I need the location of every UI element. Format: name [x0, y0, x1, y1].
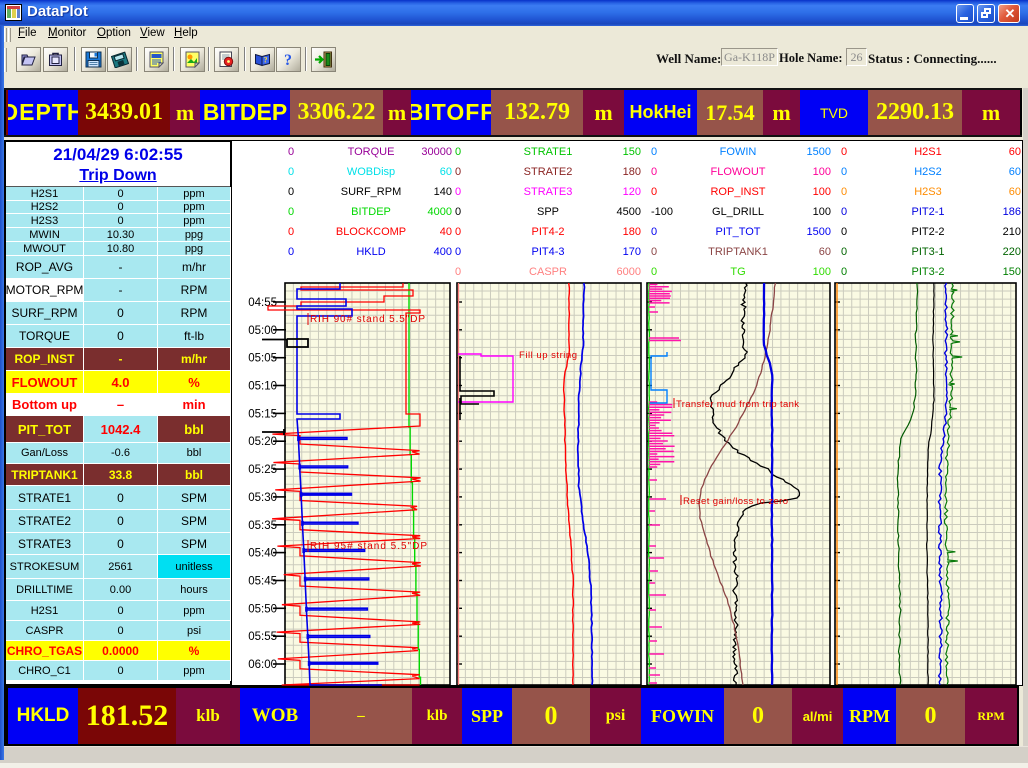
svg-text:05:35: 05:35	[248, 520, 277, 532]
svg-text:06:00: 06:00	[248, 659, 277, 671]
svg-text:05:00: 05:00	[248, 325, 277, 337]
svg-text:05:25: 05:25	[248, 464, 277, 476]
svg-text:05:45: 05:45	[248, 576, 277, 588]
svg-text:Transfer mud from trip tank: Transfer mud from trip tank	[676, 399, 799, 410]
svg-text:05:40: 05:40	[248, 548, 277, 560]
svg-text:05:20: 05:20	[248, 436, 277, 448]
svg-text:05:10: 05:10	[248, 381, 277, 393]
svg-text:05:15: 05:15	[248, 408, 277, 420]
svg-text:05:30: 05:30	[248, 492, 277, 504]
svg-text:05:55: 05:55	[248, 631, 277, 643]
svg-text:RIH 95# stand 5.5"DP: RIH 95# stand 5.5"DP	[310, 541, 427, 552]
svg-text:04:55: 04:55	[248, 297, 277, 309]
svg-text:RIH 90# stand 5.5"DP: RIH 90# stand 5.5"DP	[310, 314, 425, 325]
svg-text:Fill up string: Fill up string	[519, 350, 577, 361]
svg-text:05:50: 05:50	[248, 603, 277, 615]
svg-text:05:05: 05:05	[248, 353, 277, 365]
svg-text:Reset gain/loss to zero: Reset gain/loss to zero	[683, 496, 788, 507]
